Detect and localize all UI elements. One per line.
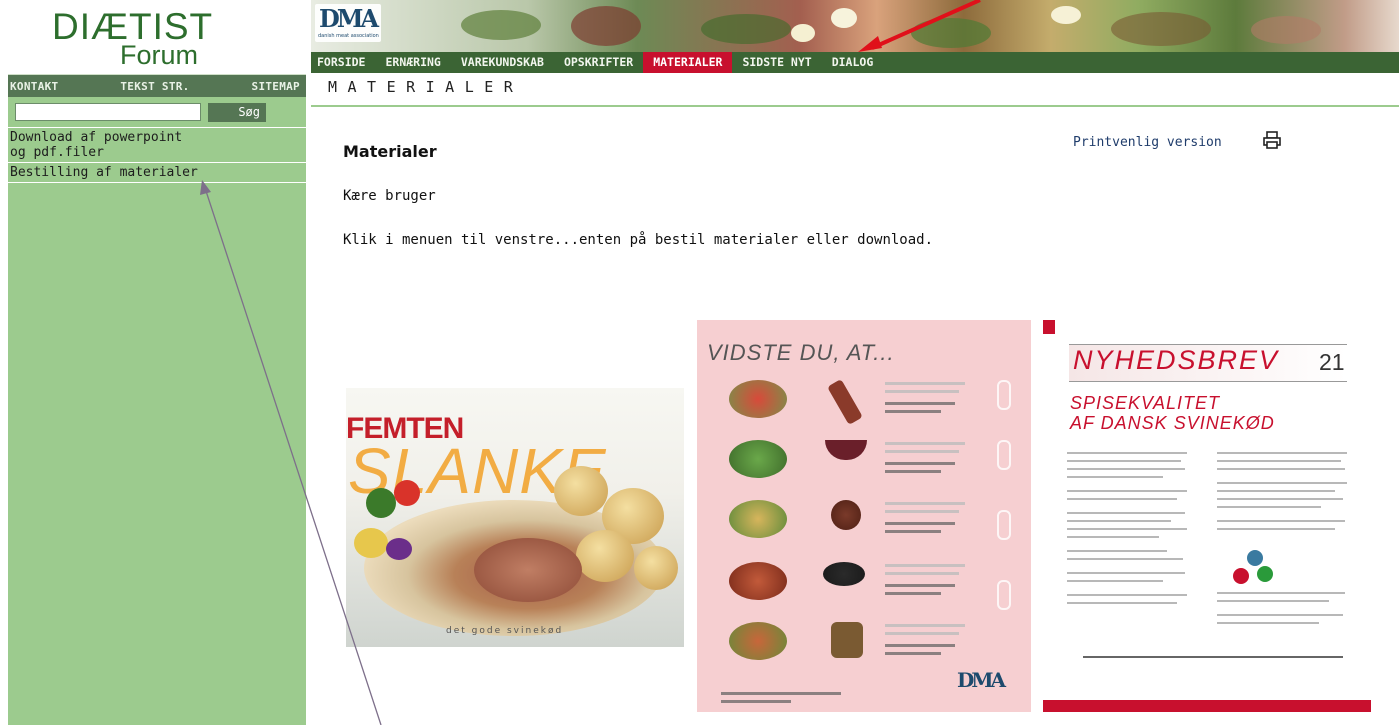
figure-icon <box>997 440 1011 470</box>
logo-line2: Forum <box>120 40 199 70</box>
pork-steak-image <box>474 538 582 602</box>
figure-icon <box>997 380 1011 410</box>
page-title: Materialer <box>343 142 437 161</box>
potato-image <box>634 546 678 590</box>
nav-item-sidste-nyt[interactable]: SIDSTE NYT <box>732 52 821 73</box>
instruction-text: Klik i menuen til venstre...enten på bes… <box>343 232 934 248</box>
utility-nav: KONTAKT TEKST STR. SITEMAP <box>8 75 306 97</box>
nav-item-materialer[interactable]: MATERIALER <box>643 52 733 73</box>
info-row <box>697 614 1031 674</box>
text-line <box>1067 498 1177 500</box>
print-version-link[interactable]: Printvenlig version <box>1073 135 1222 150</box>
sidebar-item-order[interactable]: Bestilling af materialer <box>8 162 306 183</box>
brochure-nyhedsbrev-subtitle-line1: SPISEKVALITET <box>1070 393 1221 413</box>
brochure-vidste-du-logo: DMA <box>957 668 1006 692</box>
brochure-femten-slanke: FEMTEN SLANKE det gode svinekød <box>346 388 684 647</box>
text-line <box>1067 558 1183 560</box>
site-logo[interactable]: DIÆTIST Forum <box>8 0 306 75</box>
contact-link[interactable]: KONTAKT <box>10 80 58 93</box>
text-line <box>1067 476 1163 478</box>
vegetable-image <box>386 538 412 560</box>
red-footer-bar <box>1043 700 1371 712</box>
diagram-line <box>1083 656 1343 658</box>
diagram-dot <box>1233 568 1249 584</box>
text-line <box>1217 528 1335 530</box>
diagram-dot <box>1247 550 1263 566</box>
text-line <box>1217 452 1347 454</box>
nav-item-dialog[interactable]: DIALOG <box>822 52 884 73</box>
potato-image <box>576 530 634 582</box>
text-line <box>1217 482 1347 484</box>
brochure-nyhedsbrev-title: NYHEDSBREV <box>1073 345 1280 375</box>
search-button[interactable]: Søg <box>208 102 266 122</box>
dma-logo-mark: DMA <box>319 4 379 33</box>
text-line <box>1067 452 1187 454</box>
brochure-nyhedsbrev-issue: 21 <box>1319 349 1345 375</box>
text-line <box>1217 490 1335 492</box>
brochure-vidste-du: VIDSTE DU, AT... DMA <box>697 320 1031 712</box>
diagram-dot <box>1257 566 1273 582</box>
brochure-nyhedsbrev-subtitle-line2: AF DANSK SVINEKØD <box>1070 413 1275 433</box>
printer-icon[interactable] <box>1262 131 1282 149</box>
search-input[interactable] <box>15 103 201 121</box>
text-line <box>1217 468 1345 470</box>
text-line <box>1067 602 1177 604</box>
text-line <box>1067 536 1159 538</box>
text-line <box>1217 614 1343 616</box>
text-line <box>1217 622 1319 624</box>
header-banner-image: DMA danish meat association <box>311 0 1399 52</box>
brochure-vidste-du-title: VIDSTE DU, AT... <box>707 340 895 365</box>
red-corner-mark <box>1043 320 1055 334</box>
nav-item-opskrifter[interactable]: OPSKRIFTER <box>554 52 643 73</box>
text-line <box>1217 506 1321 508</box>
text-line <box>1067 528 1187 530</box>
search-row: Søg <box>8 97 306 127</box>
nav-item-ernaering[interactable]: ERNÆRING <box>375 52 450 73</box>
text-line <box>1217 520 1345 522</box>
nav-item-forside[interactable]: FORSIDE <box>317 52 375 73</box>
sidebar-item-download[interactable]: Download af powerpoint og pdf.filer <box>8 127 306 162</box>
vegetable-image <box>354 528 388 558</box>
dma-logo: DMA danish meat association <box>315 4 381 42</box>
main-nav: FORSIDE ERNÆRING VAREKUNDSKAB OPSKRIFTER… <box>311 52 1399 73</box>
section-title: MATERIALER <box>328 78 524 96</box>
text-line <box>1067 468 1185 470</box>
dma-logo-caption: danish meat association <box>318 33 379 39</box>
brochure-nyhedsbrev: NYHEDSBREV 21 SPISEKVALITET AF DANSK SVI… <box>1043 320 1371 712</box>
text-line <box>1067 550 1167 552</box>
info-row <box>697 492 1031 552</box>
info-row <box>697 432 1031 492</box>
vegetable-image <box>366 488 396 518</box>
text-line <box>1067 580 1163 582</box>
text-size-link[interactable]: TEKST STR. <box>120 80 189 93</box>
text-line <box>1067 512 1185 514</box>
text-line <box>1067 572 1185 574</box>
text-line <box>1217 498 1343 500</box>
text-line <box>1067 594 1187 596</box>
info-row <box>697 554 1031 614</box>
figure-icon <box>997 580 1011 610</box>
sitemap-link[interactable]: SITEMAP <box>252 80 300 93</box>
nav-item-varekundskab[interactable]: VAREKUNDSKAB <box>451 52 554 73</box>
text-line <box>1067 460 1181 462</box>
greeting-text: Kære bruger <box>343 188 436 204</box>
vegetable-image <box>394 480 420 506</box>
text-line <box>1067 490 1187 492</box>
brochure-femten-tagline: det gode svinekød <box>446 626 564 636</box>
potato-image <box>554 466 608 516</box>
text-line <box>1067 520 1171 522</box>
text-line <box>1217 600 1329 602</box>
figure-icon <box>997 510 1011 540</box>
sidebar-item-order-label: Bestilling af materialer <box>10 165 198 180</box>
sidebar-item-download-line2: og pdf.filer <box>10 145 104 160</box>
text-line <box>1217 460 1341 462</box>
section-divider <box>311 105 1399 107</box>
sidebar: DIÆTIST Forum KONTAKT TEKST STR. SITEMAP… <box>8 0 306 725</box>
sidebar-item-download-line1: Download af powerpoint <box>10 130 183 145</box>
text-line <box>1217 592 1345 594</box>
info-row <box>697 372 1031 432</box>
